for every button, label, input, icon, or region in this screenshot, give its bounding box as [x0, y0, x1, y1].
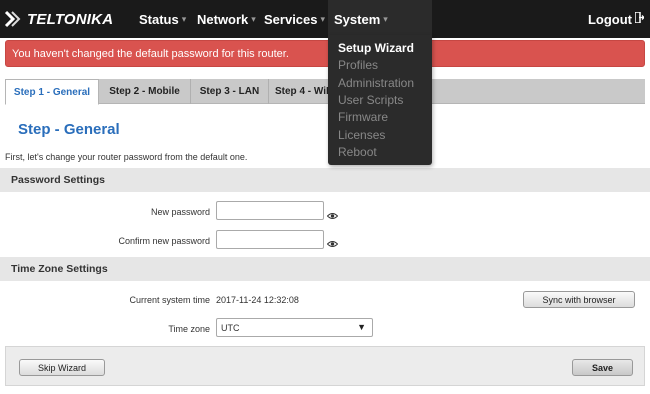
wizard-footer: Skip Wizard Save	[5, 346, 645, 386]
chevron-down-icon: ▾	[320, 13, 326, 24]
new-password-input[interactable]	[216, 201, 324, 220]
password-settings-header: Password Settings	[0, 168, 650, 192]
chevron-down-icon: ▾	[383, 13, 388, 24]
current-time-label: Current system time	[129, 295, 210, 305]
time-zone-label: Time zone	[168, 324, 210, 334]
menu-item-reboot[interactable]: Reboot	[338, 145, 377, 159]
default-password-alert: You haven't changed the default password…	[5, 40, 645, 67]
intro-text: First, let's change your router password…	[5, 152, 248, 162]
new-password-label: New password	[150, 207, 210, 217]
tab-step-3-lan[interactable]: Step 3 - LAN	[191, 79, 269, 104]
time-zone-settings-header: Time Zone Settings	[0, 257, 650, 281]
tab-label: Step 3 - LAN	[199, 86, 260, 97]
menu-item-administration[interactable]: Administration	[338, 76, 414, 90]
button-label: Sync with browser	[542, 294, 616, 305]
sync-with-browser-button[interactable]: Sync with browser	[523, 291, 635, 308]
button-label: Skip Wizard	[37, 362, 86, 373]
nav-status-label: Status	[139, 11, 179, 27]
menu-item-firmware[interactable]: Firmware	[338, 110, 388, 124]
system-dropdown-menu: Setup Wizard Profiles Administration Use…	[328, 35, 432, 165]
time-zone-select[interactable]: UTC ▼	[216, 318, 373, 337]
menu-item-user-scripts[interactable]: User Scripts	[338, 93, 403, 107]
skip-wizard-button[interactable]: Skip Wizard	[19, 359, 105, 376]
confirm-password-input[interactable]	[216, 230, 324, 249]
button-label: Save	[591, 362, 614, 373]
tab-step-1-general[interactable]: Step 1 - General	[5, 79, 99, 105]
nav-system-label: System	[334, 11, 381, 27]
logout-label: Logout	[587, 11, 632, 27]
confirm-password-label: Confirm new password	[118, 236, 210, 246]
eye-icon[interactable]	[326, 235, 339, 247]
tab-label: Step 4 - WiFi	[275, 86, 335, 97]
alert-text: You haven't changed the default password…	[12, 47, 289, 60]
menu-item-setup-wizard[interactable]: Setup Wizard	[338, 41, 414, 55]
nav-system[interactable]: System ▾	[328, 0, 432, 38]
select-value: UTC	[221, 322, 240, 333]
chevron-down-icon: ▾	[181, 13, 187, 24]
page: TELTONIKA Status ▾ Network ▾ Services ▾ Sys…	[0, 0, 650, 394]
tab-label: Step 2 - Mobile	[109, 86, 180, 97]
nav-network[interactable]: Network ▾	[197, 0, 256, 38]
wizard-tabs: Step 1 - General Step 2 - Mobile Step 3 …	[5, 79, 645, 105]
nav-status[interactable]: Status ▾	[139, 0, 186, 38]
teltonika-logo[interactable]: TELTONIKA	[4, 9, 113, 29]
tab-step-2-mobile[interactable]: Step 2 - Mobile	[99, 79, 191, 104]
brand-name: TELTONIKA	[27, 10, 114, 28]
nav-services-label: Services	[264, 11, 318, 27]
save-button[interactable]: Save	[572, 359, 633, 376]
chevron-down-icon: ▾	[251, 13, 256, 24]
current-time-value: 2017-11-24 12:32:08	[216, 295, 299, 305]
nav-services[interactable]: Services ▾	[264, 0, 325, 38]
menu-item-licenses[interactable]: Licenses	[338, 128, 385, 142]
dropdown-arrow-icon: ▼	[357, 322, 366, 332]
logout-icon	[634, 11, 645, 26]
section-title: Time Zone Settings	[11, 263, 108, 275]
eye-icon[interactable]	[326, 207, 339, 219]
tab-label: Step 1 - General	[13, 86, 91, 98]
top-navbar: TELTONIKA Status ▾ Network ▾ Services ▾ Sys…	[0, 0, 650, 38]
menu-item-profiles[interactable]: Profiles	[338, 58, 378, 72]
logo-mark-icon	[4, 9, 26, 29]
logout-link[interactable]: Logout	[587, 0, 645, 38]
section-title: Password Settings	[11, 174, 105, 186]
nav-network-label: Network	[197, 11, 249, 27]
page-title: Step - General	[18, 121, 120, 138]
